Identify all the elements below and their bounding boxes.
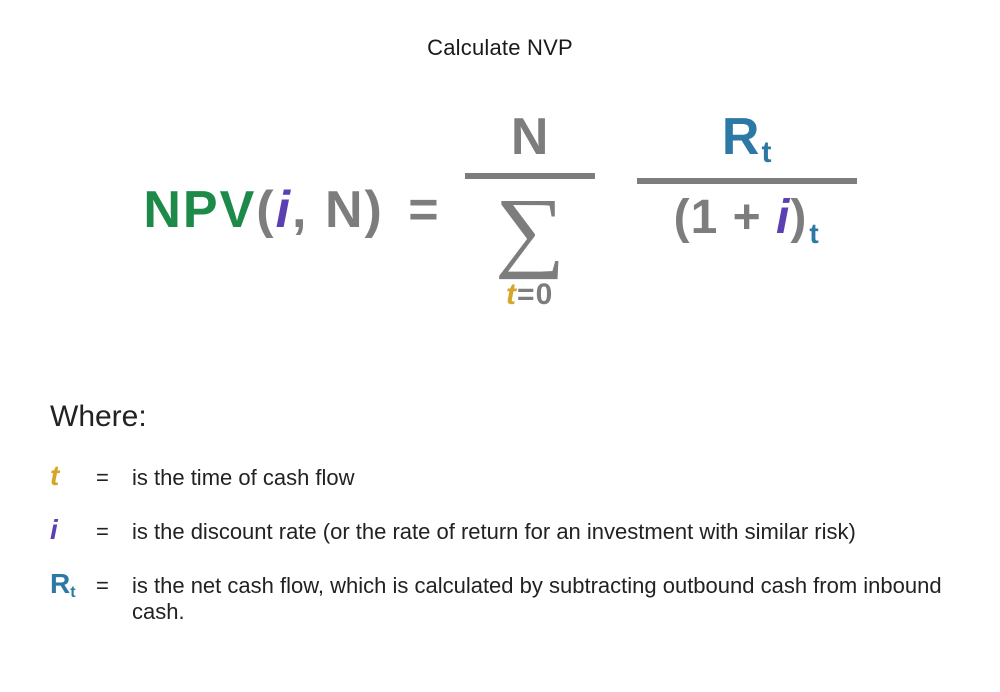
fraction-denominator: (1 + i)t (674, 194, 820, 248)
sum-lower-t: t (506, 278, 517, 311)
page: Calculate NVP NPV(i, N) = N ∑ t=0 Rt (1 … (0, 0, 1000, 692)
token-equals: = (384, 181, 441, 239)
sum-lower-limit: t=0 (506, 280, 553, 310)
npv-formula: NPV(i, N) = N ∑ t=0 Rt (1 + i)t (110, 111, 890, 310)
legend-row: Rt = is the net cash flow, which is calc… (50, 568, 950, 625)
legend-symbol-i: i (50, 514, 96, 546)
token-den-close: ) (790, 191, 807, 244)
token-den-open: (1 + (674, 191, 776, 244)
legend-symbol-rt: Rt (50, 568, 96, 602)
legend-symbol-t: t (50, 460, 96, 492)
sum-lower-eq0: =0 (517, 278, 553, 311)
summation: N ∑ t=0 (465, 111, 595, 310)
fraction: Rt (1 + i)t (637, 111, 857, 248)
legend-row: i = is the discount rate (or the rate of… (50, 514, 950, 546)
sum-upper-limit: N (511, 111, 549, 163)
sum-upper-bar (465, 173, 595, 179)
legend-equals: = (96, 573, 132, 599)
token-den-sub: t (807, 218, 819, 249)
sigma-icon: ∑ (494, 193, 565, 270)
token-n-arg: N (325, 181, 365, 239)
token-i: i (276, 181, 292, 239)
token-comma: , (292, 181, 325, 239)
legend-desc-i: is the discount rate (or the rate of ret… (132, 519, 950, 545)
fraction-numerator: Rt (722, 111, 772, 168)
formula-lhs: NPV(i, N) = (143, 180, 440, 240)
legend-equals: = (96, 519, 132, 545)
fraction-bar (637, 178, 857, 184)
legend: Where: t = is the time of cash flow i = … (50, 400, 950, 625)
token-close-paren: ) (365, 181, 384, 239)
token-open-paren: ( (256, 181, 275, 239)
legend-equals: = (96, 465, 132, 491)
token-npv: NPV (143, 181, 256, 239)
token-R: R (722, 108, 760, 166)
legend-desc-t: is the time of cash flow (132, 465, 950, 491)
legend-desc-rt: is the net cash flow, which is calculate… (132, 573, 950, 625)
legend-heading: Where: (50, 400, 950, 434)
legend-row: t = is the time of cash flow (50, 460, 950, 492)
token-den-i: i (776, 191, 790, 244)
page-title: Calculate NVP (50, 35, 950, 61)
token-R-sub: t (759, 136, 771, 169)
